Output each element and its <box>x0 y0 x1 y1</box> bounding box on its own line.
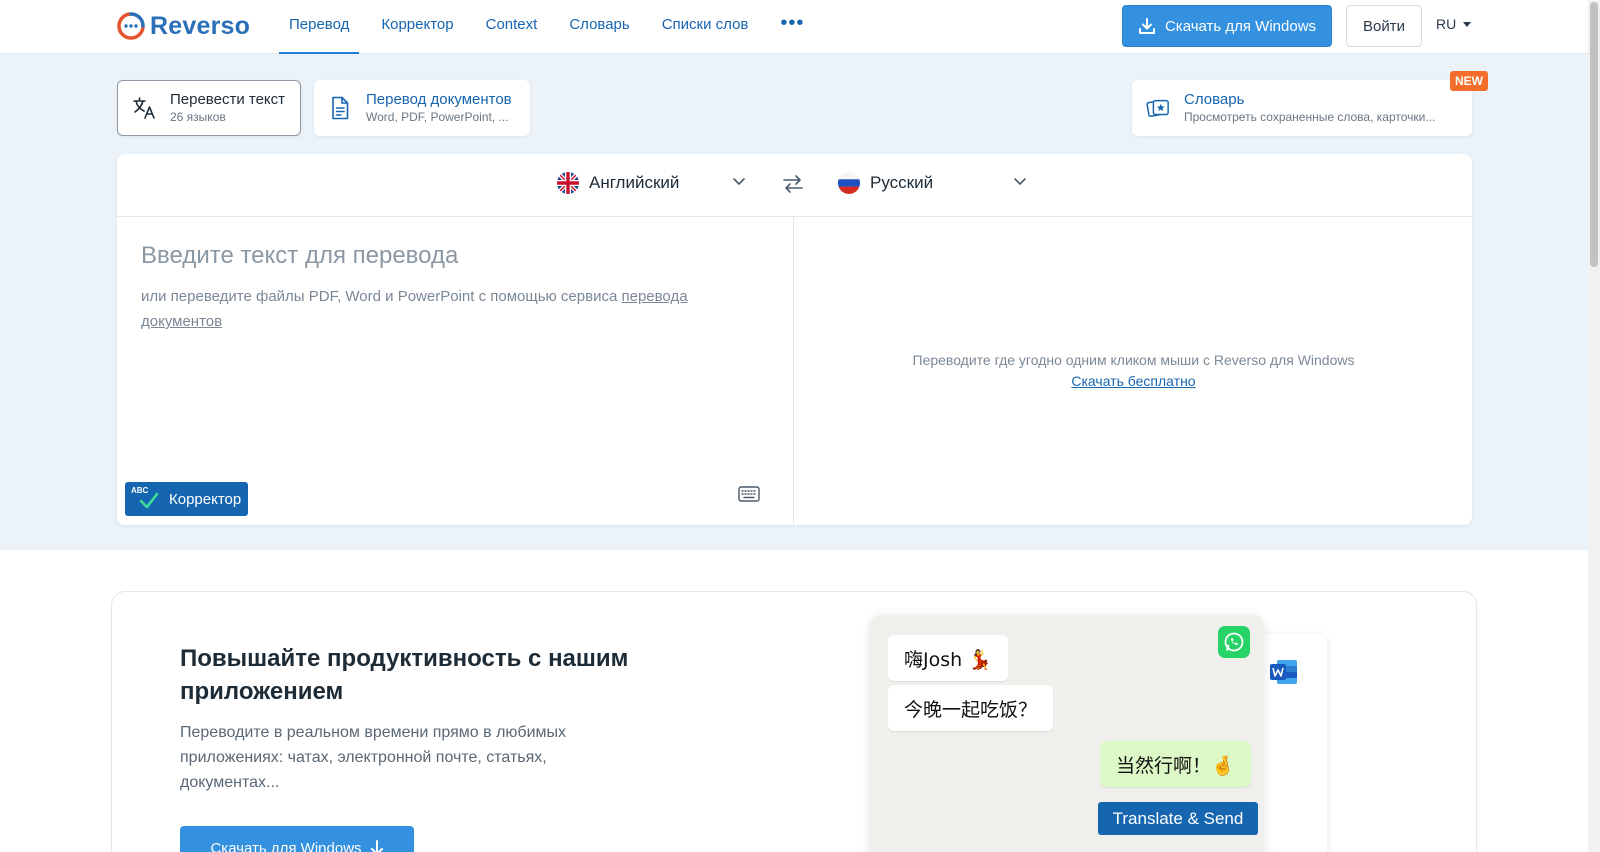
chat-message-outgoing: 当然行啊！🤞 <box>1100 741 1251 787</box>
promo-download-label: Скачать для Windows <box>210 839 362 852</box>
windows-promo-text: Переводите где угодно одним кликом мыши … <box>912 352 1355 368</box>
login-button[interactable]: Войти <box>1346 5 1422 47</box>
mode-dictionary[interactable]: Словарь Просмотреть сохраненные слова, к… <box>1132 80 1472 136</box>
nav-corrector[interactable]: Корректор <box>365 0 469 54</box>
nav-translation[interactable]: Перевод <box>273 0 365 54</box>
corrector-label: Корректор <box>169 490 242 508</box>
panels-divider <box>793 217 794 525</box>
uk-flag-icon <box>557 172 579 194</box>
download-windows-label: Скачать для Windows <box>1164 17 1317 35</box>
language-bar: Английский Русский <box>117 154 1472 217</box>
download-free-link[interactable]: Скачать бесплатно <box>795 371 1472 392</box>
corrector-button[interactable]: ABC Корректор <box>125 482 248 516</box>
target-language-label: Русский <box>870 173 934 192</box>
download-icon <box>1138 18 1155 34</box>
russia-flag-icon <box>838 172 860 194</box>
translate-and-send-button[interactable]: Translate & Send <box>1098 802 1258 835</box>
mode-translate-documents[interactable]: Перевод документов Word, PDF, PowerPoint… <box>314 80 530 136</box>
translate-icon <box>132 96 156 120</box>
chat-message-incoming-2: 今晚一起吃饭？ <box>888 685 1054 731</box>
swap-languages-icon[interactable] <box>782 174 804 194</box>
promo-download-button[interactable]: Скачать для Windows <box>180 826 414 852</box>
caret-down-icon <box>1463 21 1472 27</box>
page-scrollbar[interactable] <box>1588 0 1600 852</box>
interface-language-dropdown[interactable]: RU <box>1436 16 1472 32</box>
documents-hint-text: или переведите файлы PDF, Word и PowerPo… <box>141 288 622 305</box>
more-menu-icon[interactable]: ••• <box>764 0 820 54</box>
interface-language-label: RU <box>1436 16 1457 32</box>
mode-dictionary-sub: Просмотреть сохраненные слова, карточки.… <box>1184 110 1436 124</box>
scrollbar-thumb[interactable] <box>1590 2 1598 267</box>
document-icon <box>328 96 352 120</box>
chat-mockup: 嗨Josh 💃 今晚一起吃饭？ 当然行啊！🤞 Translate & Send <box>870 615 1264 852</box>
nav-dictionary[interactable]: Словарь <box>553 0 645 54</box>
target-language-select[interactable]: Русский <box>838 172 933 194</box>
whatsapp-icon <box>1218 626 1250 658</box>
nav-context[interactable]: Context <box>470 0 554 54</box>
source-language-label: Английский <box>589 173 680 192</box>
flashcards-icon <box>1146 96 1170 120</box>
promo-description: Переводите в реальном времени прямо в лю… <box>180 724 567 791</box>
target-chevron-down-icon[interactable] <box>1014 178 1026 186</box>
new-badge: NEW <box>1450 71 1488 91</box>
keyboard-icon[interactable] <box>738 486 760 502</box>
reverso-logo-icon <box>117 12 145 40</box>
mode-translate-documents-title: Перевод документов <box>366 91 512 108</box>
chat-message-incoming-1: 嗨Josh 💃 <box>888 635 1008 681</box>
source-text-input[interactable]: Введите текст для перевода <box>141 242 458 270</box>
windows-promo: Переводите где угодно одним кликом мыши … <box>795 350 1472 392</box>
nav-word-lists[interactable]: Списки слов <box>646 0 765 54</box>
source-chevron-down-icon[interactable] <box>733 178 745 186</box>
mode-translate-documents-sub: Word, PDF, PowerPoint, ... <box>366 110 509 124</box>
abc-check-icon: ABC <box>131 486 159 512</box>
translator-panel: Английский Русский Введите текст для пер… <box>117 154 1472 525</box>
mode-dictionary-title: Словарь <box>1184 91 1245 108</box>
app-promo-section: Повышайте продуктивность с нашим приложе… <box>111 591 1477 852</box>
word-icon <box>1270 660 1297 684</box>
top-header: Reverso Перевод Корректор Context Словар… <box>0 0 1588 54</box>
arrow-down-icon <box>370 840 383 852</box>
promo-heading: Повышайте продуктивность с нашим приложе… <box>180 645 629 705</box>
logo-text: Reverso <box>150 11 251 40</box>
documents-hint: или переведите файлы PDF, Word и PowerPo… <box>141 284 741 334</box>
source-language-select[interactable]: Английский <box>557 172 679 194</box>
mode-translate-text-sub: 26 языков <box>170 110 226 124</box>
mode-translate-text-title: Перевести текст <box>170 91 286 108</box>
reverso-logo[interactable]: Reverso <box>116 10 250 42</box>
download-windows-button[interactable]: Скачать для Windows <box>1122 5 1332 47</box>
mode-translate-text[interactable]: Перевести текст 26 языков <box>117 80 301 136</box>
main-nav: Перевод Корректор Context Словарь Списки… <box>273 0 820 54</box>
